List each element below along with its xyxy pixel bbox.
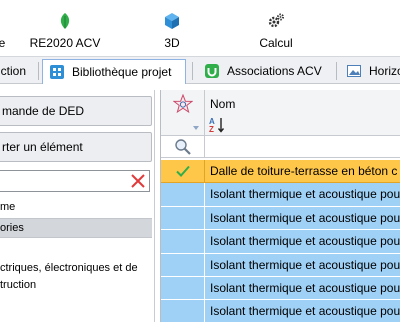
table-row[interactable]: Isolant thermique et acoustique pou [161, 300, 400, 322]
row-indicator-cell [161, 183, 205, 206]
tab-separator [336, 62, 337, 80]
row-name-cell: Isolant thermique et acoustique pou [210, 280, 400, 295]
ribbon: e RE2020 ACV 3D Calcul [0, 0, 400, 56]
row-indicator-cell [161, 160, 205, 183]
checkmark-icon [176, 165, 190, 177]
re2020-acv-label: RE2020 ACV [29, 36, 101, 50]
demande-ded-label: mande de DED [2, 104, 85, 118]
left-panel: mande de DED rter un élément me ories ct… [0, 90, 155, 322]
table-row[interactable]: Dalle de toiture-terrasse en béton c [161, 160, 400, 184]
chevron-down-icon[interactable] [193, 126, 199, 130]
sort-az-icon[interactable]: A Z [208, 116, 226, 134]
category-tree: ctriques, électroniques et de truction [0, 260, 138, 294]
tab-bibliotheque-label: Bibliothèque projet [72, 65, 172, 79]
ajouter-element-button[interactable]: rter un élément [0, 132, 152, 162]
link-icon [205, 63, 219, 78]
tab-construction[interactable]: uction [0, 59, 34, 82]
row-indicator-cell [161, 230, 205, 253]
magnifier-icon[interactable] [174, 138, 192, 156]
library-icon [50, 65, 64, 79]
3d-button[interactable]: 3D [150, 8, 194, 52]
gears-icon [268, 13, 284, 28]
image-icon [347, 64, 361, 77]
cube-icon [165, 13, 179, 29]
calcul-label: Calcul [259, 36, 293, 50]
row-name-cell: Isolant thermique et acoustique pou [210, 234, 400, 249]
tree-item[interactable]: truction [0, 277, 138, 294]
table-row[interactable]: Isolant thermique et acoustique pou [161, 253, 400, 277]
demande-ded-button[interactable]: mande de DED [0, 96, 152, 126]
svg-text:Z: Z [209, 125, 214, 134]
grid-filter-row [161, 136, 400, 158]
tab-separator [192, 62, 193, 80]
3d-label: 3D [164, 36, 180, 50]
row-indicator-cell [161, 206, 205, 230]
grid-header: Nom A Z [161, 90, 400, 136]
ajouter-element-label: rter un élément [2, 140, 83, 154]
row-indicator-cell [161, 300, 205, 322]
tab-horizon[interactable]: Horizo [342, 59, 400, 82]
table-row[interactable]: Isolant thermique et acoustique pou [161, 206, 400, 231]
ribbon-button-partial-label: e [0, 36, 6, 50]
calcul-button[interactable]: Calcul [248, 8, 304, 52]
row-indicator-cell [161, 276, 205, 300]
tree-item[interactable]: ctriques, électroniques et de [0, 260, 138, 277]
ribbon-button-partial[interactable]: e [0, 8, 12, 52]
row-name-cell: Isolant thermique et acoustique pou [210, 187, 400, 202]
tab-bibliotheque-projet[interactable]: Bibliothèque projet [42, 59, 186, 84]
search-input[interactable] [0, 170, 150, 192]
tab-bar: uction Bibliothèque projet Associations … [0, 56, 400, 84]
column-header-nom[interactable]: Nom [210, 97, 235, 111]
close-icon[interactable] [130, 173, 146, 189]
filter-row-indicator-cell [161, 136, 205, 158]
grid-rows: Dalle de toiture-terrasse en béton c Iso… [161, 160, 400, 322]
tab-separator [38, 62, 39, 80]
row-name-cell: Isolant thermique et acoustique pou [210, 257, 400, 272]
element-grid: Nom A Z Dalle de toiture-terrasse en bét… [160, 90, 400, 322]
row-indicator-cell [161, 253, 205, 276]
row-name-cell: Dalle de toiture-terrasse en béton c [210, 164, 398, 178]
star-icon[interactable] [173, 94, 193, 114]
row-name-cell: Isolant thermique et acoustique pou [210, 210, 400, 225]
categories-header: ories [0, 218, 152, 238]
table-row[interactable]: Isolant thermique et acoustique pou [161, 230, 400, 254]
tab-associations-acv[interactable]: Associations ACV [198, 59, 328, 82]
tab-associations-label: Associations ACV [227, 63, 322, 78]
leaf-icon [60, 13, 70, 29]
re2020-acv-button[interactable]: RE2020 ACV [24, 8, 106, 52]
grid-header-indicator-cell [161, 90, 205, 136]
row-name-cell: Isolant thermique et acoustique pou [210, 304, 400, 319]
table-row[interactable]: Isolant thermique et acoustique pou [161, 183, 400, 207]
section-label: me [0, 201, 16, 213]
tab-construction-label: uction [0, 63, 27, 78]
table-row[interactable]: Isolant thermique et acoustique pou [161, 276, 400, 301]
tab-horizon-label: Horizo [369, 63, 400, 78]
